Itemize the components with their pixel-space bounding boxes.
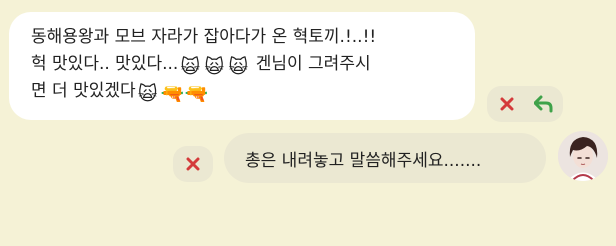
incoming-message-actions xyxy=(487,86,563,122)
message-line-3-text: 면 더 맛있겠다 xyxy=(31,81,136,101)
user-avatar-icon xyxy=(558,131,608,181)
message-line-2-tail: 겐님이 그려주시 xyxy=(250,54,371,74)
cat-face-emoji-icon: 🙀 xyxy=(228,56,249,78)
squirt-gun-emoji-icon: 🔫 xyxy=(160,83,185,105)
delete-message-button[interactable] xyxy=(180,151,206,177)
avatar[interactable] xyxy=(558,131,608,181)
cat-face-emoji-icon: 🙀 xyxy=(204,56,225,78)
outgoing-message-bubble: 총은 내려놓고 말씀해주세요....... xyxy=(224,133,546,183)
message-line-1: 동해용왕과 모브 자라가 잡아다가 온 혁토끼.!..!! xyxy=(31,27,377,47)
close-icon xyxy=(500,97,514,111)
message-line-2-text: 헉 맛있다.. 맛있다... xyxy=(31,54,179,74)
close-icon xyxy=(186,157,200,171)
cat-face-emoji-icon: 🙀 xyxy=(137,83,158,105)
outgoing-message-text: 총은 내려놓고 말씀해주세요....... xyxy=(245,150,482,171)
incoming-message-bubble: 동해용왕과 모브 자라가 잡아다가 온 혁토끼.!..!! 헉 맛있다.. 맛있… xyxy=(9,12,475,120)
delete-message-button[interactable] xyxy=(494,91,520,117)
message-line-2: 헉 맛있다.. 맛있다... 🙀 🙀 🙀 겐님이 그려주시 xyxy=(31,51,461,78)
cat-face-emoji-icon: 🙀 xyxy=(180,56,201,78)
squirt-gun-emoji-icon: 🔫 xyxy=(184,83,209,105)
reply-arrow-icon xyxy=(534,95,553,113)
outgoing-message-actions xyxy=(173,146,213,182)
reply-message-button[interactable] xyxy=(531,91,557,117)
message-line-3: 면 더 맛있겠다 🙀 🔫🔫 xyxy=(31,78,461,105)
